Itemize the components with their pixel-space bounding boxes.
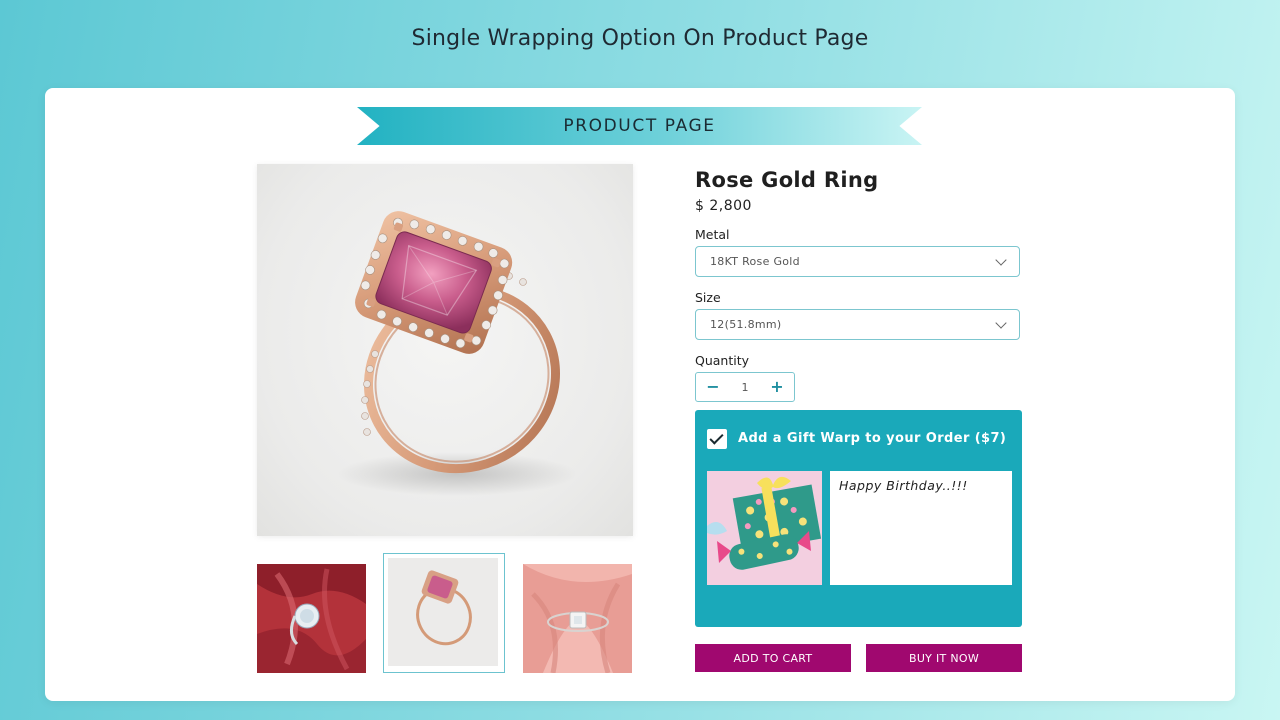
quantity-value[interactable]: 1 [742, 381, 749, 394]
product-card: PRODUCT PAGE Rose Gold Ring $ 2,800 Meta… [45, 88, 1235, 701]
chevron-down-icon [995, 253, 1007, 266]
thumbnail-halo-ring-image [523, 564, 632, 673]
metal-label: Metal [695, 227, 730, 242]
quantity-stepper: − 1 + [695, 372, 795, 402]
product-page-banner: PRODUCT PAGE [357, 107, 922, 145]
product-title: Rose Gold Ring [695, 168, 879, 192]
gift-wrap-label[interactable]: Add a Gift Warp to your Order ($7) [738, 431, 1006, 446]
quantity-label: Quantity [695, 353, 750, 368]
main-product-image[interactable] [257, 164, 633, 536]
metal-select[interactable]: 18KT Rose Gold [695, 246, 1020, 277]
size-select[interactable]: 12(51.8mm) [695, 309, 1020, 340]
ring-illustration [337, 211, 577, 496]
product-details: Rose Gold Ring $ 2,800 Metal 18KT Rose G… [695, 168, 1025, 402]
size-select-value: 12(51.8mm) [710, 318, 782, 331]
thumbnail-3[interactable] [523, 564, 632, 673]
size-label: Size [695, 290, 721, 305]
plus-icon[interactable]: + [770, 379, 784, 395]
thumbnail-diamond-ring-image [257, 564, 366, 673]
metal-select-value: 18KT Rose Gold [710, 255, 800, 268]
gift-message-input[interactable]: Happy Birthday..!!! [830, 471, 1012, 585]
add-to-cart-button[interactable]: ADD TO CART [695, 644, 851, 672]
gift-wrap-image [707, 471, 822, 585]
product-price: $ 2,800 [695, 198, 752, 214]
banner-label: PRODUCT PAGE [563, 116, 716, 136]
thumbnail-pink-ring-image [388, 558, 498, 666]
page-title: Single Wrapping Option On Product Page [411, 26, 869, 51]
thumbnail-2-selected[interactable] [383, 553, 505, 673]
gift-wrap-panel: Add a Gift Warp to your Order ($7) Happy… [695, 410, 1022, 627]
gift-box-illustration [707, 471, 822, 585]
minus-icon[interactable]: − [706, 379, 720, 395]
thumbnail-1[interactable] [257, 564, 366, 673]
chevron-down-icon [995, 316, 1007, 329]
buy-it-now-button[interactable]: BUY IT NOW [866, 644, 1022, 672]
gift-wrap-checkbox[interactable] [707, 429, 727, 449]
